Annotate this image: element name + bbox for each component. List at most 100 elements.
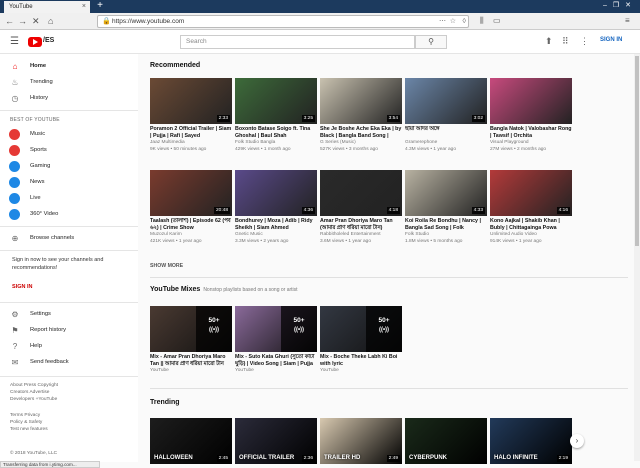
video-title[interactable]: Bangla Natok | Valobashar Rong | Tawsif … xyxy=(490,126,572,140)
bookmark-icon[interactable]: ☆ xyxy=(450,16,456,27)
video-title[interactable]: Koi Roila Re Bondhu | Nancy | Bangla Sad… xyxy=(405,218,487,232)
channel-name[interactable]: YouTube xyxy=(150,368,232,375)
sidebar-item-news[interactable]: News xyxy=(0,176,138,190)
footer-links[interactable]: About Press Copyright Creators Advertise… xyxy=(10,382,130,403)
window-controls[interactable]: –❐✕ xyxy=(603,1,637,9)
back-icon[interactable]: ← xyxy=(5,15,14,27)
search-button[interactable]: ⚲ xyxy=(415,35,447,49)
video-thumbnail[interactable]: 3:54 xyxy=(320,78,402,124)
video-title[interactable]: ছায়া আদর অঙ্গে xyxy=(405,126,487,140)
mix-card[interactable]: 50+ ((•)) Mix - Boche Theke Labh Ki Boi wi… xyxy=(320,306,402,375)
sidebar-item-home[interactable]: ⌂ Home xyxy=(0,60,138,74)
trending-thumbnail[interactable]: HALO INFINITE 2:19 xyxy=(490,418,572,464)
pocket-icon[interactable]: ◊ xyxy=(463,16,466,27)
browser-menu-icon[interactable]: ≡ xyxy=(625,16,630,25)
trending-card[interactable]: HALLOWEEN 2:45 xyxy=(150,418,232,464)
trending-thumbnail[interactable]: HALLOWEEN 2:45 xyxy=(150,418,232,464)
sidebar-item-live[interactable]: Live xyxy=(0,192,138,206)
signin-button[interactable]: SIGN IN xyxy=(600,37,622,43)
mix-card[interactable]: 50+ ((•)) Mix - Amar Pran Dhoriya Maro Tan… xyxy=(150,306,232,375)
video-title[interactable]: Kono Aajkal | Shakib Khan | Bubly | Chit… xyxy=(490,218,572,232)
new-tab-icon[interactable]: + xyxy=(94,1,106,12)
mix-title[interactable]: Mix - Suto Kata Ghuri (সুতো কাটা ঘুড়ি) … xyxy=(235,354,317,368)
video-card[interactable]: 4:33 Koi Roila Re Bondhu | Nancy | Bangla… xyxy=(405,170,487,245)
mix-thumbnail[interactable]: 50+ ((•)) xyxy=(235,306,317,352)
more-vert-icon[interactable]: ⋮ xyxy=(580,36,589,47)
menu-dots-icon[interactable]: ⋯ xyxy=(439,16,446,27)
video-thumbnail[interactable] xyxy=(490,78,572,124)
stop-icon[interactable]: ✕ xyxy=(32,15,40,27)
search-input[interactable]: Search xyxy=(180,35,415,49)
library-icon[interactable]: ⫼ xyxy=(480,16,484,26)
video-card[interactable]: 4:18 Amar Pran Dhoriya Maro Tan (আমার প্র… xyxy=(320,170,402,245)
trending-card[interactable]: OFFICIAL TRAILER 2:36 xyxy=(235,418,317,464)
video-thumbnail[interactable]: 4:33 xyxy=(405,170,487,216)
apps-icon[interactable]: ⠿ xyxy=(562,36,569,47)
video-card[interactable]: 3:54 She Je Boshe Ache Eka Eka | by Black… xyxy=(320,78,402,153)
video-duration: 3:02 xyxy=(471,115,485,122)
show-more-button[interactable]: SHOW MORE xyxy=(150,263,183,269)
footer-links-legal[interactable]: Terms Privacy Policy & Safety Test new f… xyxy=(10,412,130,433)
sidebar-item-help[interactable]: ? Help xyxy=(0,340,138,354)
mix-title[interactable]: Mix - Amar Pran Dhoriya Maro Tan || আমার… xyxy=(150,354,232,368)
channel-name[interactable]: YouTube xyxy=(320,368,402,375)
trending-thumbnail[interactable]: TRAILER HD 2:49 xyxy=(320,418,402,464)
sidebar-item-music[interactable]: Music xyxy=(0,128,138,142)
sidebar-signin-link[interactable]: SIGN IN xyxy=(12,284,32,290)
sidebar-item-history[interactable]: ◷ History xyxy=(0,92,138,106)
video-card[interactable]: 4:16 Kono Aajkal | Shakib Khan | Bubly | … xyxy=(490,170,572,245)
video-title[interactable]: Amar Pran Dhoriya Maro Tan (আমার প্রাণ ধ… xyxy=(320,218,402,232)
video-title[interactable]: She Je Boshe Ache Eka Eka | by Black | B… xyxy=(320,126,402,140)
video-title[interactable]: Poramon 2 Official Trailer | Siam | Pujj… xyxy=(150,126,232,140)
video-title[interactable]: Boxonto Batase Soigo ft. Tina Ghoshal | … xyxy=(235,126,317,140)
close-tab-icon[interactable]: × xyxy=(82,1,86,13)
hamburger-icon[interactable]: ☰ xyxy=(10,36,19,47)
trending-thumbnail[interactable]: CYBERPUNK xyxy=(405,418,487,464)
trending-card[interactable]: CYBERPUNK xyxy=(405,418,487,464)
video-card[interactable]: 2:33 Poramon 2 Official Trailer | Siam | … xyxy=(150,78,232,153)
sidebar-item-report-history[interactable]: ⚑ Report history xyxy=(0,324,138,338)
video-card[interactable]: 20:48 Taalash (তালাশ) | Episode 62 (পর্ব … xyxy=(150,170,232,245)
forward-icon[interactable]: → xyxy=(18,15,27,27)
video-card[interactable]: 3:02 ছায়া আদর অঙ্গে Gramerephone 4.3M view… xyxy=(405,78,487,153)
browser-tab[interactable]: YouTube × xyxy=(4,1,90,13)
sidebar-item-gaming[interactable]: Gaming xyxy=(0,160,138,174)
mix-thumbnail[interactable]: 50+ ((•)) xyxy=(320,306,402,352)
video-thumbnail[interactable]: 4:18 xyxy=(320,170,402,216)
url-bar[interactable]: 🔒 https://www.youtube.com ⋯ ☆ ◊ xyxy=(97,15,469,28)
trending-thumbnail[interactable]: OFFICIAL TRAILER 2:36 xyxy=(235,418,317,464)
trending-card[interactable]: HALO INFINITE 2:19 xyxy=(490,418,572,464)
scrollbar-thumb[interactable] xyxy=(635,56,639,246)
video-card[interactable]: 3:25 Boxonto Batase Soigo ft. Tina Ghosha… xyxy=(235,78,317,153)
youtube-logo-icon[interactable] xyxy=(28,37,42,47)
mix-thumbnail[interactable]: 50+ ((•)) xyxy=(150,306,232,352)
sidebar-toggle-icon[interactable]: ▭ xyxy=(493,16,501,25)
video-meta: 27M views • 2 months ago xyxy=(490,146,547,152)
home-icon[interactable]: ⌂ xyxy=(48,15,53,27)
video-thumbnail[interactable]: 20:48 xyxy=(150,170,232,216)
sidebar-item-sports[interactable]: Sports xyxy=(0,144,138,158)
sidebar-item-trending[interactable]: ♨ Trending xyxy=(0,76,138,90)
sidebar-item-360-video[interactable]: 360° Video xyxy=(0,208,138,222)
url-text[interactable]: https://www.youtube.com xyxy=(112,17,184,27)
video-card[interactable]: Bangla Natok | Valobashar Rong | Tawsif … xyxy=(490,78,572,153)
video-thumbnail[interactable]: 2:33 xyxy=(150,78,232,124)
sidebar-item-browse-channels[interactable]: ⊕ Browse channels xyxy=(0,232,138,246)
video-thumbnail[interactable]: 3:25 xyxy=(235,78,317,124)
video-thumbnail[interactable]: 4:16 xyxy=(490,170,572,216)
next-arrow-icon[interactable]: › xyxy=(570,434,584,448)
mix-title[interactable]: Mix - Boche Theke Labh Ki Boi with lyric xyxy=(320,354,402,368)
video-title[interactable]: Taalash (তালাশ) | Episode 62 (পর্ব ৬২) |… xyxy=(150,218,232,232)
video-card[interactable]: 4:36 Bondhurey | Moza | Adib | Ridy Sheik… xyxy=(235,170,317,245)
video-thumbnail[interactable]: 3:02 xyxy=(405,78,487,124)
sidebar: ⌂ Home ♨ Trending ◷ History BEST OF YOUTUBE… xyxy=(0,54,138,462)
video-title[interactable]: Bondhurey | Moza | Adib | Ridy Sheikh | … xyxy=(235,218,317,232)
video-thumbnail[interactable]: 4:36 xyxy=(235,170,317,216)
sidebar-item-send-feedback[interactable]: ✉ Send feedback xyxy=(0,356,138,370)
scrollbar[interactable] xyxy=(634,54,640,461)
channel-name[interactable]: YouTube xyxy=(235,368,317,375)
trending-card[interactable]: TRAILER HD 2:49 xyxy=(320,418,402,464)
upload-icon[interactable]: ⬆ xyxy=(545,36,553,47)
sidebar-item-settings[interactable]: ⚙ Settings xyxy=(0,308,138,322)
mix-card[interactable]: 50+ ((•)) Mix - Suto Kata Ghuri (সুতো কাটা… xyxy=(235,306,317,375)
